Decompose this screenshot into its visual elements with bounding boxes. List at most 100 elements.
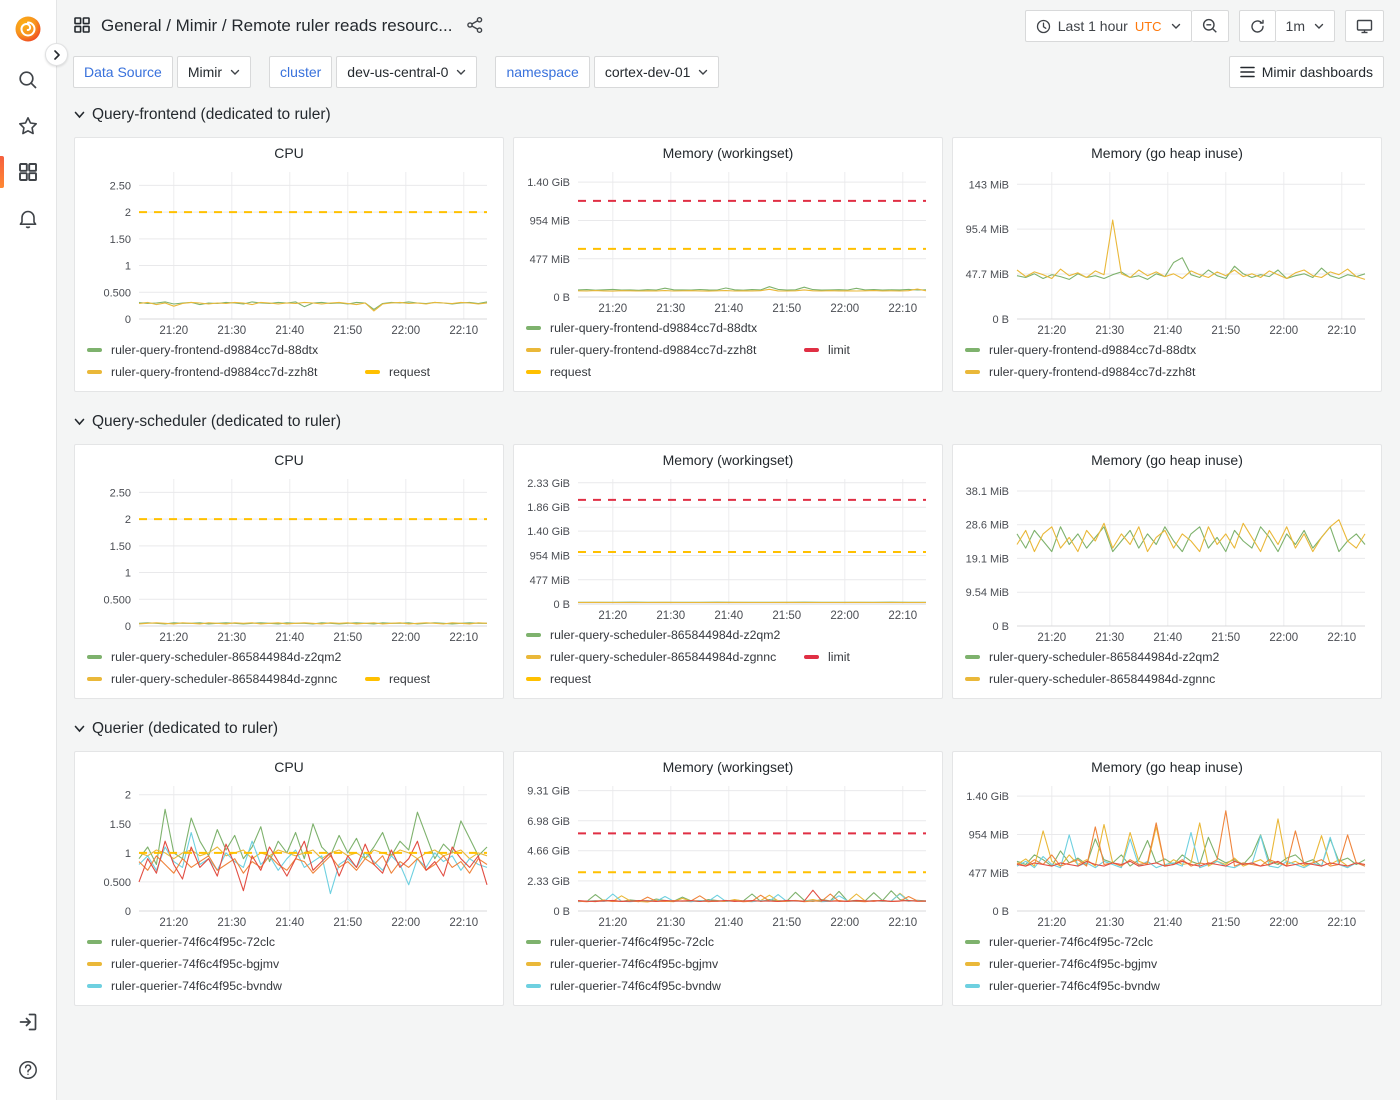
legend-item[interactable]: request (365, 672, 430, 686)
legend-series-label: ruler-query-frontend-d9884cc7d-zzh8t (989, 365, 1195, 379)
panel-title[interactable]: CPU (83, 756, 495, 778)
legend-series-swatch (965, 655, 980, 659)
svg-text:21:30: 21:30 (1095, 917, 1124, 929)
row-header-query-frontend[interactable]: Query-frontend (dedicated to ruler) (74, 102, 1383, 128)
panel-title[interactable]: Memory (workingset) (522, 756, 934, 778)
legend-item[interactable]: ruler-query-scheduler-865844984d-zgnnc (965, 672, 1215, 686)
panel-legend: ruler-query-scheduler-865844984d-z2qm2 ru… (83, 646, 495, 690)
search-icon[interactable] (0, 68, 56, 92)
legend-series-label: ruler-query-scheduler-865844984d-zgnnc (111, 672, 337, 686)
legend-item[interactable]: ruler-query-scheduler-865844984d-z2qm2 (965, 650, 1219, 664)
legend-item[interactable]: ruler-query-scheduler-865844984d-zgnnc (87, 672, 365, 686)
legend-item[interactable]: ruler-query-frontend-d9884cc7d-zzh8t (87, 365, 365, 379)
panel-title[interactable]: Memory (go heap inuse) (961, 449, 1373, 471)
legend-series-swatch (87, 655, 102, 659)
legend-series-swatch (965, 984, 980, 988)
legend-item[interactable]: ruler-querier-74f6c4f95c-bgjmv (526, 957, 718, 971)
row-header-querier[interactable]: Querier (dedicated to ruler) (74, 716, 1383, 742)
svg-text:0 B: 0 B (553, 292, 570, 304)
legend-item[interactable]: ruler-query-frontend-d9884cc7d-88dtx (526, 321, 757, 335)
legend-item[interactable]: ruler-query-frontend-d9884cc7d-zzh8t (526, 343, 804, 357)
time-series-chart: 21:2021:3021:4021:5022:0022:100 B2.33 Gi… (522, 778, 934, 931)
time-series-chart: 21:2021:3021:4021:5022:0022:100 B9.54 Mi… (961, 471, 1373, 646)
panel-title[interactable]: Memory (go heap inuse) (961, 142, 1373, 164)
legend-item[interactable]: limit (804, 343, 850, 357)
svg-text:4.66 GiB: 4.66 GiB (527, 846, 570, 858)
panel-cpu: CPU21:2021:3021:4021:5022:0022:1000.5001… (74, 751, 504, 1006)
legend-item[interactable]: ruler-querier-74f6c4f95c-bvndw (87, 979, 282, 993)
sidebar-expand-button[interactable] (45, 43, 68, 66)
svg-text:21:30: 21:30 (217, 917, 246, 929)
legend-series-label: ruler-querier-74f6c4f95c-72clc (111, 935, 275, 949)
chevron-down-icon (74, 725, 85, 733)
legend-series-label: ruler-query-frontend-d9884cc7d-zzh8t (111, 365, 317, 379)
grafana-logo-icon[interactable] (13, 14, 43, 44)
legend-item[interactable]: ruler-query-scheduler-865844984d-z2qm2 (87, 650, 341, 664)
legend-item[interactable]: ruler-querier-74f6c4f95c-bgjmv (87, 957, 279, 971)
legend-series-swatch (965, 370, 980, 374)
help-icon[interactable] (17, 1058, 39, 1082)
legend-series-swatch (526, 962, 541, 966)
dashboard-title[interactable]: General / Mimir / Remote ruler reads res… (101, 16, 452, 36)
svg-text:477 MiB: 477 MiB (969, 868, 1009, 880)
legend-item[interactable]: ruler-query-frontend-d9884cc7d-88dtx (87, 343, 318, 357)
legend-series-label: ruler-query-scheduler-865844984d-z2qm2 (111, 650, 341, 664)
panel-memory-workingset: Memory (workingset)21:2021:3021:4021:502… (513, 444, 943, 699)
panel-title[interactable]: CPU (83, 449, 495, 471)
panel-legend: ruler-querier-74f6c4f95c-72clc ruler-quer… (961, 931, 1373, 997)
var-value-datasource[interactable]: Mimir (177, 56, 251, 88)
time-series-chart: 21:2021:3021:4021:5022:0022:100 B477 MiB… (961, 778, 1373, 931)
panel-title[interactable]: CPU (83, 142, 495, 164)
svg-text:22:00: 22:00 (391, 917, 420, 929)
legend-item[interactable]: ruler-query-frontend-d9884cc7d-88dtx (965, 343, 1196, 357)
star-icon[interactable] (0, 114, 56, 138)
alerting-bell-icon[interactable] (0, 206, 56, 230)
panel-title[interactable]: Memory (go heap inuse) (961, 756, 1373, 778)
refresh-interval-dropdown[interactable]: 1m (1276, 10, 1335, 42)
panel-memory-workingset: Memory (workingset)21:2021:3021:4021:502… (513, 751, 943, 1006)
legend-item[interactable]: ruler-querier-74f6c4f95c-72clc (526, 935, 714, 949)
svg-text:1: 1 (125, 848, 131, 860)
var-value-namespace[interactable]: cortex-dev-01 (594, 56, 720, 88)
dashboards-icon[interactable] (0, 160, 56, 184)
legend-item[interactable]: ruler-querier-74f6c4f95c-72clc (87, 935, 275, 949)
sign-out-icon[interactable] (17, 1010, 39, 1034)
panel-title[interactable]: Memory (workingset) (522, 142, 934, 164)
legend-item[interactable]: ruler-querier-74f6c4f95c-bvndw (965, 979, 1160, 993)
legend-item[interactable]: ruler-querier-74f6c4f95c-bvndw (526, 979, 721, 993)
svg-text:22:00: 22:00 (1269, 917, 1298, 929)
svg-text:2: 2 (125, 514, 131, 526)
panel-title[interactable]: Memory (workingset) (522, 449, 934, 471)
legend-item[interactable]: limit (804, 650, 850, 664)
refresh-interval-value: 1m (1286, 18, 1305, 34)
legend-series-swatch (526, 940, 541, 944)
panel-legend: ruler-query-scheduler-865844984d-z2qm2 ru… (961, 646, 1373, 690)
svg-text:21:20: 21:20 (598, 610, 627, 622)
legend-series-swatch (804, 655, 819, 659)
svg-text:21:40: 21:40 (275, 325, 304, 337)
legend-series-label: ruler-querier-74f6c4f95c-bgjmv (111, 957, 279, 971)
svg-text:22:10: 22:10 (1327, 917, 1356, 929)
share-icon[interactable] (466, 16, 484, 37)
svg-text:22:00: 22:00 (830, 303, 859, 315)
legend-item[interactable]: ruler-query-scheduler-865844984d-z2qm2 (526, 628, 780, 642)
kiosk-mode-button[interactable] (1345, 10, 1384, 42)
row-header-query-scheduler[interactable]: Query-scheduler (dedicated to ruler) (74, 409, 1383, 435)
legend-series-swatch (87, 940, 102, 944)
legend-item[interactable]: request (526, 365, 591, 379)
var-value-cluster[interactable]: dev-us-central-0 (336, 56, 477, 88)
legend-item[interactable]: ruler-querier-74f6c4f95c-bgjmv (965, 957, 1157, 971)
panel-legend: ruler-querier-74f6c4f95c-72clc ruler-quer… (83, 931, 495, 997)
legend-item[interactable]: request (365, 365, 430, 379)
time-picker-button[interactable]: Last 1 hour UTC (1025, 10, 1192, 42)
svg-text:1.50: 1.50 (110, 234, 131, 246)
zoom-out-button[interactable] (1192, 10, 1229, 42)
refresh-button[interactable] (1239, 10, 1276, 42)
legend-item[interactable]: ruler-querier-74f6c4f95c-72clc (965, 935, 1153, 949)
svg-text:21:20: 21:20 (598, 917, 627, 929)
legend-item[interactable]: ruler-query-frontend-d9884cc7d-zzh8t (965, 365, 1195, 379)
mimir-dashboards-button[interactable]: Mimir dashboards (1229, 56, 1384, 88)
legend-item[interactable]: request (526, 672, 591, 686)
svg-text:1.86 GiB: 1.86 GiB (527, 502, 570, 514)
legend-item[interactable]: ruler-query-scheduler-865844984d-zgnnc (526, 650, 804, 664)
